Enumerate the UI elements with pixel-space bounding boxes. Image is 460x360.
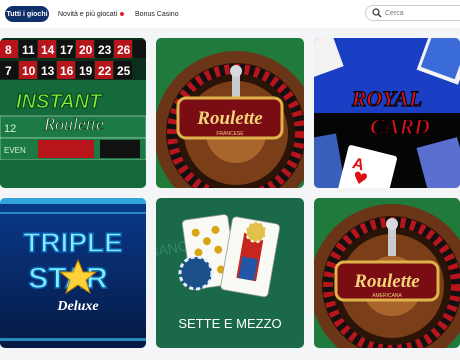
game-title-line2: CARD: [370, 114, 430, 139]
tab-tutti-i-giochi[interactable]: Tutti i giochi: [5, 6, 49, 22]
roulette-americana-artwork: Roulette AMERICANA: [314, 198, 460, 348]
game-title-line1: INSTANT: [16, 91, 103, 113]
game-tile-triple-star-deluxe[interactable]: TRIPLE STAR Deluxe: [0, 198, 146, 348]
roulette-number: 7: [5, 64, 12, 78]
search-box[interactable]: [365, 5, 460, 21]
roulette-number: 19: [79, 64, 93, 78]
roulette-number: 25: [117, 64, 131, 78]
game-title-line3: Deluxe: [56, 299, 98, 314]
roulette-number: 16: [60, 64, 74, 78]
game-subtitle: AMERICANA: [372, 293, 402, 299]
roulette-number: 20: [79, 43, 93, 57]
roulette-number: 10: [22, 64, 36, 78]
game-title: SETTE E MEZZO: [178, 316, 281, 331]
game-title: Roulette: [196, 108, 263, 129]
royal-card-artwork: A ROYAL CARD: [314, 38, 460, 188]
game-tile-roulette-americana[interactable]: Roulette AMERICANA: [314, 198, 460, 348]
even-label: EVEN: [4, 146, 26, 155]
game-title-line2: Roulette: [43, 114, 104, 134]
roulette-number: 11: [22, 43, 35, 57]
game-tile-sette-e-mezzo[interactable]: BANCO SETTE E MEZZO: [156, 198, 304, 348]
roulette-number: 13: [41, 64, 55, 78]
sette-e-mezzo-artwork: BANCO SETTE E MEZZO: [156, 198, 304, 348]
roulette-number: 22: [98, 64, 112, 78]
search-input[interactable]: [385, 9, 455, 17]
game-title: Roulette: [353, 271, 420, 292]
tab-novita-e-piu-giocati[interactable]: Novità e più giocati: [58, 6, 125, 22]
dozen-label: 12: [4, 123, 16, 135]
roulette-number: 23: [98, 43, 112, 57]
roulette-number: 26: [117, 43, 131, 57]
game-tile-royal-card[interactable]: A ROYAL CARD: [314, 38, 460, 188]
roulette-francese-artwork: Roulette FRANCESE: [156, 38, 304, 188]
game-title-line1: ROYAL: [351, 86, 422, 111]
search-icon: [372, 8, 382, 18]
triple-star-artwork: TRIPLE STAR Deluxe: [0, 198, 146, 348]
game-subtitle: FRANCESE: [216, 131, 244, 137]
roulette-number: 14: [41, 43, 55, 57]
game-title-line1: TRIPLE: [23, 227, 123, 258]
game-tile-roulette-francese[interactable]: Roulette FRANCESE: [156, 38, 304, 188]
next-row-peek: [0, 352, 460, 360]
roulette-number: 8: [5, 43, 12, 57]
tab-label: Novità e più giocati: [58, 10, 118, 18]
tab-bonus-casino[interactable]: Bonus Casino: [135, 6, 179, 22]
game-tile-instant-roulette[interactable]: 8 11 14 17 20 23 26 7 10 13 16 19 22 25 …: [0, 38, 146, 188]
instant-roulette-artwork: 8 11 14 17 20 23 26 7 10 13 16 19 22 25 …: [0, 38, 146, 188]
top-nav-bar: Tutti i giochi Novità e più giocati Bonu…: [0, 0, 460, 28]
notification-dot-icon: [120, 12, 125, 16]
roulette-number: 17: [60, 43, 74, 57]
